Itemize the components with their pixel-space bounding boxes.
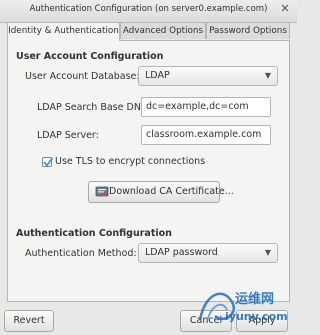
authentication-method-select[interactable]: LDAP password ▼ — [138, 243, 278, 263]
checkmark-icon — [43, 157, 53, 167]
authentication-section-title: Authentication Configuration — [16, 228, 172, 239]
user-account-database-select[interactable]: LDAP ▼ — [138, 66, 278, 86]
ldap-base-dn-input[interactable]: dc=example,dc=com — [141, 97, 271, 117]
tls-checkbox[interactable] — [42, 157, 53, 167]
ldap-server-input[interactable]: classroom.example.com — [141, 125, 271, 145]
window-title: Authentication Configuration (on server0… — [29, 4, 268, 14]
ldap-base-dn-label: LDAP Search Base DN: — [37, 102, 145, 113]
chevron-down-icon: ▼ — [264, 248, 271, 257]
download-ca-certificate-button[interactable]: Download CA Certificate... — [88, 181, 234, 203]
authentication-method-label: Authentication Method: — [25, 248, 137, 259]
watermark-text: 运维网 — [235, 292, 275, 307]
user-account-database-value: LDAP — [145, 70, 170, 81]
download-ca-certificate-label: Download CA Certificate... — [109, 186, 234, 197]
close-icon[interactable]: ✕ — [278, 2, 292, 16]
tab-advanced-options[interactable]: Advanced Options — [120, 22, 206, 39]
authentication-method-value: LDAP password — [145, 247, 218, 258]
watermark-url: iyunv.com — [225, 310, 288, 323]
tab-bar: Identity & Authentication Advanced Optio… — [7, 22, 290, 41]
tab-panel: User Account Configuration User Account … — [7, 40, 290, 302]
revert-button[interactable]: Revert — [4, 310, 54, 332]
tab-password-options[interactable]: Password Options — [206, 22, 290, 39]
chevron-down-icon: ▼ — [264, 71, 271, 80]
user-account-section-title: User Account Configuration — [16, 51, 164, 62]
tls-label: Use TLS to encrypt connections — [55, 156, 206, 167]
window-titlebar: Authentication Configuration (on server0… — [0, 0, 297, 23]
certificate-icon — [95, 186, 109, 197]
tab-identity-authentication[interactable]: Identity & Authentication — [7, 22, 120, 41]
watermark-logo: 运维网 iyunv.com — [195, 282, 295, 332]
ldap-server-label: LDAP Server: — [37, 130, 99, 141]
user-account-database-label: User Account Database: — [25, 71, 140, 82]
